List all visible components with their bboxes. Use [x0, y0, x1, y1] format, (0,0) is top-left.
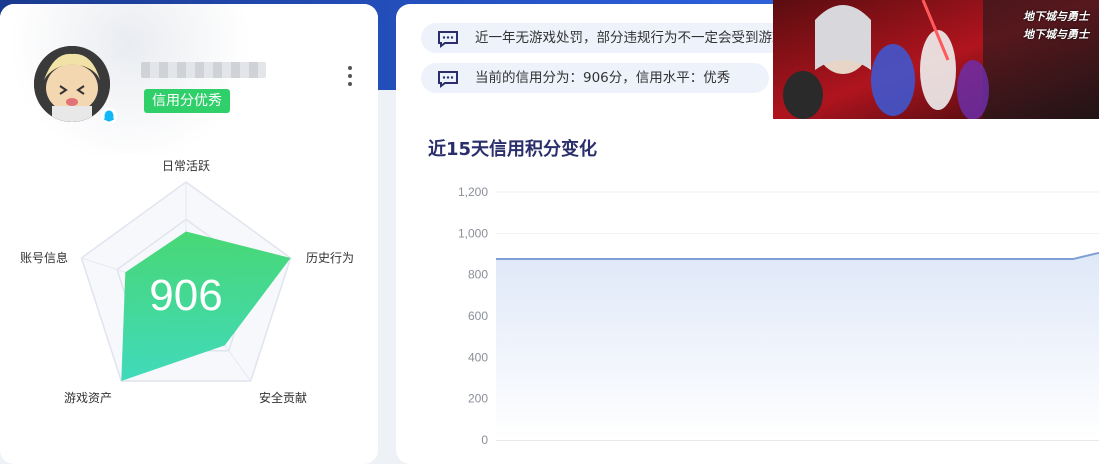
y-tick-label: 1,000 [458, 226, 488, 240]
radar-axis-label-4: 账号信息 [20, 250, 68, 265]
chart-title: 近15天信用积分变化 [428, 139, 598, 160]
y-tick-label: 600 [468, 309, 488, 323]
y-tick-label: 0 [481, 433, 488, 444]
chat-bubble-icon [437, 69, 459, 88]
radar-axis-label-2: 安全贡献 [259, 390, 307, 405]
radar-chart: 906 日常活跃 历史行为 安全贡献 游戏资产 账号信息 [20, 159, 354, 405]
banner-logo-1: 地下城与勇士 [1023, 10, 1089, 23]
notice-score-text: 当前的信用分为：906分，信用水平：优秀 [475, 70, 731, 86]
credit-badge: 信用分优秀 [144, 89, 230, 113]
area-fill [496, 252, 1099, 440]
qq-icon [101, 108, 117, 124]
username-blurred [141, 62, 266, 78]
y-tick-label: 200 [468, 392, 488, 406]
y-tick-label: 1,200 [458, 185, 488, 199]
more-options-icon[interactable] [344, 64, 356, 88]
notice-penalty-text: 近一年无游戏处罚，部分违规行为不一定会受到游戏处罚 [475, 30, 813, 46]
game-banner-ad[interactable]: 地下城与勇士 地下城与勇士 [773, 0, 1099, 119]
y-tick-label: 800 [468, 268, 488, 282]
radar-score: 906 [149, 271, 222, 320]
credit-area-chart: 1,200 1,000 800 600 400 200 0 [458, 185, 1099, 444]
radar-axis-label-0: 日常活跃 [162, 159, 210, 173]
chat-bubble-icon [437, 29, 459, 48]
banner-logo-2: 地下城与勇士 [1023, 28, 1089, 41]
series-line [496, 251, 1099, 260]
avatar[interactable] [34, 46, 110, 122]
radar-axis-label-1: 历史行为 [306, 251, 354, 265]
notice-score: 当前的信用分为：906分，信用水平：优秀 [421, 63, 769, 93]
y-tick-label: 400 [468, 350, 488, 364]
radar-axis-label-3: 游戏资产 [64, 391, 112, 405]
